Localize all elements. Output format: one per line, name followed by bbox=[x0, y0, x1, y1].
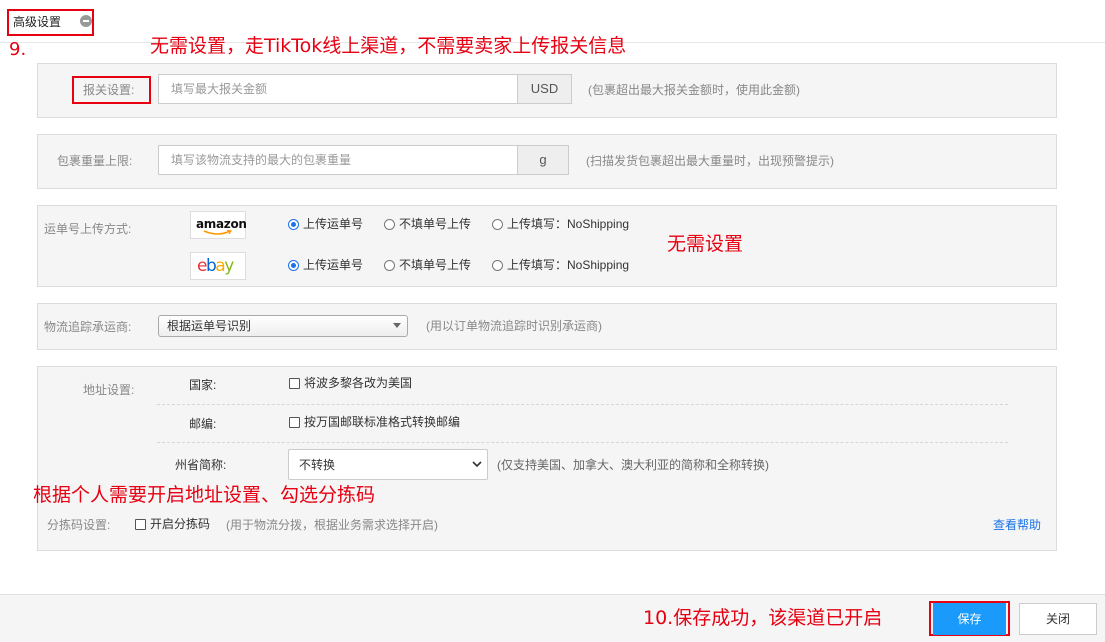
customs-label: 报关设置: bbox=[83, 83, 135, 97]
ebay-no-tracking-label[interactable]: 不填单号上传 bbox=[399, 258, 471, 272]
postal-convert-checkbox[interactable] bbox=[289, 417, 300, 428]
state-hint: (仅支持美国、加拿大、澳大利亚的简称和全称转换) bbox=[497, 458, 769, 472]
ebay-logo-text: ebay bbox=[197, 256, 234, 276]
amazon-no-tracking-label[interactable]: 不填单号上传 bbox=[399, 217, 471, 231]
header-title[interactable]: 高级设置 bbox=[13, 15, 61, 29]
country-convert-label[interactable]: 将波多黎各改为美国 bbox=[304, 376, 412, 390]
amazon-no-tracking-radio[interactable] bbox=[384, 219, 395, 230]
sorting-label: 分拣码设置: bbox=[47, 518, 111, 532]
ebay-upload-tracking-radio[interactable] bbox=[288, 260, 299, 271]
annotation-save-note: 10.保存成功，该渠道已开启 bbox=[643, 607, 883, 629]
postal-label: 邮编: bbox=[189, 417, 217, 431]
chevron-down-icon bbox=[472, 461, 482, 468]
sorting-enable-label[interactable]: 开启分拣码 bbox=[150, 517, 210, 531]
annotation-step9: 9. bbox=[9, 39, 27, 60]
amazon-noshipping-radio[interactable] bbox=[492, 219, 503, 230]
customs-unit-addon: USD bbox=[517, 74, 572, 104]
customs-hint: (包裹超出最大报关金额时，使用此金额) bbox=[588, 83, 800, 97]
close-button[interactable]: 关闭 bbox=[1019, 603, 1097, 635]
address-divider-2 bbox=[157, 442, 1008, 443]
address-label: 地址设置: bbox=[83, 383, 135, 397]
minus-circle-icon[interactable] bbox=[80, 15, 92, 27]
weight-limit-input[interactable]: 填写该物流支持的最大的包裹重量 bbox=[158, 145, 518, 175]
sorting-hint: (用于物流分拨，根据业务需求选择开启) bbox=[226, 518, 438, 532]
waybill-label: 运单号上传方式: bbox=[44, 222, 132, 236]
caret-down-icon bbox=[393, 323, 401, 328]
ebay-no-tracking-radio[interactable] bbox=[384, 260, 395, 271]
sorting-enable-checkbox[interactable] bbox=[135, 519, 146, 530]
annotation-customs-note: 无需设置，走TikTok线上渠道，不需要卖家上传报关信息 bbox=[150, 35, 627, 57]
amazon-logo-text: amazon bbox=[196, 217, 247, 231]
state-convert-select[interactable]: 不转换 bbox=[288, 449, 488, 480]
state-convert-value: 不转换 bbox=[299, 458, 336, 472]
tracking-hint: (用以订单物流追踪时识别承运商) bbox=[426, 319, 602, 333]
annotation-waybill-note: 无需设置 bbox=[667, 233, 744, 255]
save-button[interactable]: 保存 bbox=[933, 603, 1006, 635]
weight-label: 包裹重量上限: bbox=[57, 154, 133, 168]
tracking-carrier-value: 根据运单号识别 bbox=[167, 319, 252, 333]
ebay-upload-tracking-label[interactable]: 上传运单号 bbox=[303, 258, 363, 272]
ebay-noshipping-label[interactable]: 上传填写：NoShipping bbox=[507, 258, 629, 272]
weight-unit-addon: g bbox=[517, 145, 569, 175]
tracking-carrier-select[interactable]: 根据运单号识别 bbox=[158, 315, 408, 337]
postal-convert-label[interactable]: 按万国邮联标准格式转换邮编 bbox=[304, 415, 460, 429]
tracking-label: 物流追踪承运商: bbox=[44, 320, 132, 334]
state-label: 州省简称: bbox=[175, 458, 227, 472]
ebay-logo: ebay bbox=[190, 252, 246, 280]
ebay-noshipping-radio[interactable] bbox=[492, 260, 503, 271]
country-convert-checkbox[interactable] bbox=[289, 378, 300, 389]
weight-hint: (扫描发货包裹超出最大重量时，出现预警提示) bbox=[586, 154, 834, 168]
annotation-address-note: 根据个人需要开启地址设置、勾选分拣码 bbox=[33, 484, 376, 506]
country-label: 国家: bbox=[189, 378, 217, 392]
customs-amount-input[interactable]: 填写最大报关金额 bbox=[158, 74, 518, 104]
amazon-upload-tracking-label[interactable]: 上传运单号 bbox=[303, 217, 363, 231]
advanced-settings-page: 高级设置 9. 无需设置，走TikTok线上渠道，不需要卖家上传报关信息 报关设… bbox=[0, 0, 1105, 642]
amazon-upload-tracking-radio[interactable] bbox=[288, 219, 299, 230]
amazon-smile-icon bbox=[203, 230, 232, 235]
amazon-logo: amazon bbox=[190, 211, 247, 239]
help-link[interactable]: 查看帮助 bbox=[993, 518, 1041, 532]
amazon-noshipping-label[interactable]: 上传填写：NoShipping bbox=[507, 217, 629, 231]
address-divider-1 bbox=[157, 404, 1008, 405]
